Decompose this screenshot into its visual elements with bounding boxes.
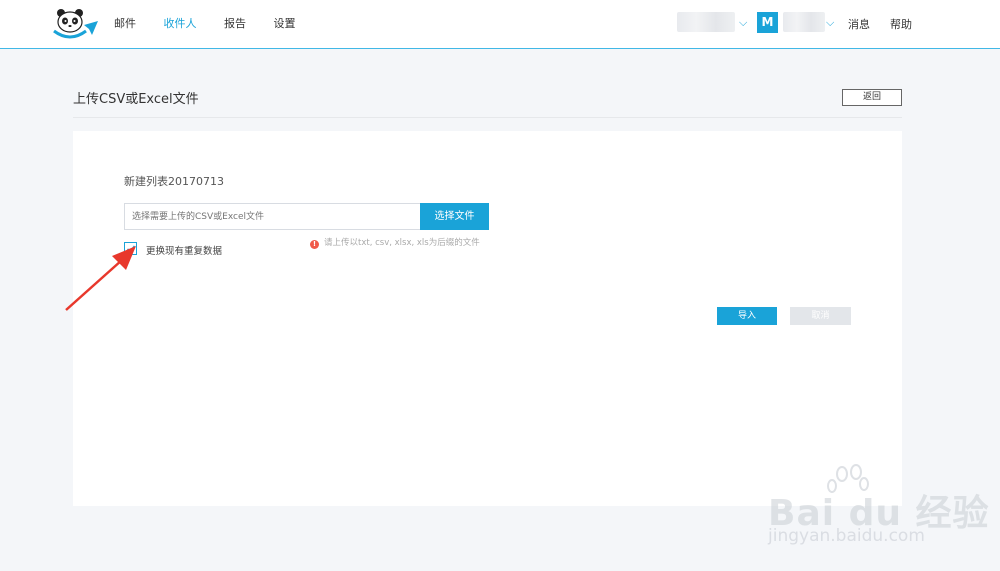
choose-file-button[interactable]: 选择文件: [420, 203, 489, 230]
nav-item-mail[interactable]: 邮件: [114, 15, 136, 31]
nav-item-recipients[interactable]: 收件人: [164, 15, 197, 31]
replace-duplicates-label[interactable]: 更换现有重复数据: [146, 243, 222, 257]
annotation-arrow-icon: [65, 246, 136, 311]
file-path-input[interactable]: [124, 203, 421, 230]
file-type-hint: ! 请上传以txt, csv, xlsx, xls为后缀的文件: [310, 236, 480, 249]
messages-link[interactable]: 消息: [848, 16, 870, 32]
nav-item-settings[interactable]: 设置: [274, 15, 296, 31]
import-button[interactable]: 导入: [717, 307, 777, 325]
baidu-watermark-url: jingyan.baidu.com: [768, 526, 925, 546]
help-link[interactable]: 帮助: [890, 16, 912, 32]
panda-logo-icon[interactable]: [52, 7, 100, 41]
list-name: 新建列表20170713: [124, 175, 224, 188]
divider: [73, 117, 902, 118]
upload-card: 新建列表20170713 选择文件 ! 请上传以txt, csv, xlsx, x…: [73, 131, 902, 506]
chevron-down-icon[interactable]: ⌵: [739, 16, 747, 30]
user-name-redacted[interactable]: [783, 12, 825, 32]
cancel-button[interactable]: 取消: [790, 307, 851, 325]
chevron-down-icon[interactable]: ⌵: [826, 16, 834, 30]
page-title: 上传CSV或Excel文件: [73, 92, 199, 107]
main-nav: 邮件 收件人 报告 设置: [114, 15, 320, 31]
account-name-redacted[interactable]: [677, 12, 735, 32]
avatar[interactable]: M: [757, 12, 778, 33]
warning-icon: !: [310, 240, 319, 249]
file-type-hint-text: 请上传以txt, csv, xlsx, xls为后缀的文件: [324, 238, 480, 248]
nav-item-reports[interactable]: 报告: [224, 15, 246, 31]
top-header: 邮件 收件人 报告 设置 ⌵ M ⌵ 消息 帮助: [0, 0, 1000, 49]
back-button[interactable]: 返回: [842, 89, 902, 106]
